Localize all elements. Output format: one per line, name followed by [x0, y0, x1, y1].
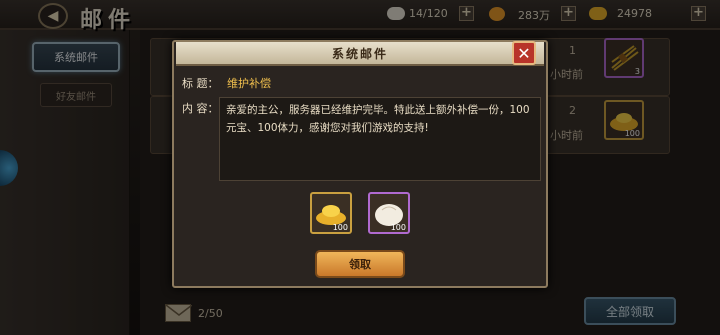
content-label: 内 容：: [182, 102, 219, 115]
subject-label: 标 题：: [182, 77, 219, 90]
claim-button[interactable]: 领取: [315, 250, 405, 278]
mail-content: 亲爱的主公，服务器已经维护完毕。特此送上额外补偿一份，100元宝、100体力，感…: [226, 104, 530, 134]
mail-subject: 维护补偿: [227, 77, 271, 90]
close-icon: ✕: [517, 43, 531, 63]
dialog-title: 系统邮件: [331, 47, 388, 61]
attachment-ingot[interactable]: 100: [310, 192, 352, 234]
attachment-steamed-bun[interactable]: 100: [368, 192, 410, 234]
close-button[interactable]: ✕: [512, 41, 536, 65]
